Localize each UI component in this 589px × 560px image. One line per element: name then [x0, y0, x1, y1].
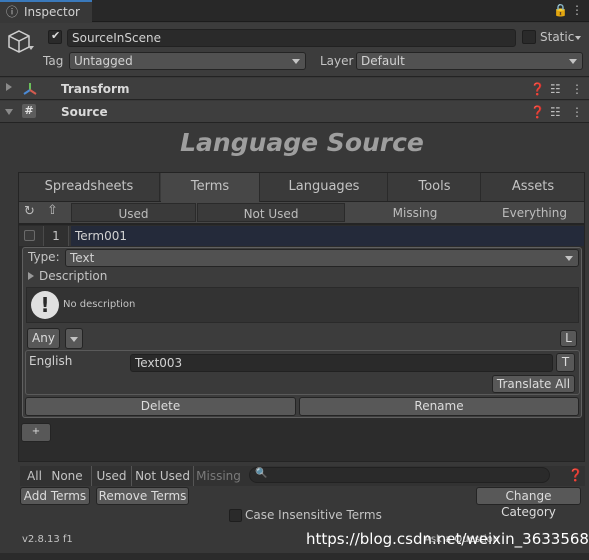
tab-tools[interactable]: Tools — [389, 173, 481, 201]
type-label: Type: — [28, 250, 60, 264]
main-tabs: Spreadsheets Terms Languages Tools Asset… — [18, 172, 585, 202]
filter-used[interactable]: Used — [71, 203, 196, 222]
bottom-edge — [0, 553, 589, 560]
settings-sliders-icon[interactable]: ☷ — [550, 105, 561, 119]
filter-not-used[interactable]: Not Used — [197, 203, 345, 222]
description-help-box: ! No description — [26, 287, 579, 323]
more-menu-icon[interactable]: ⋮ — [571, 3, 583, 17]
translate-all-button[interactable]: Translate All — [492, 375, 575, 393]
transform-title: Transform — [61, 82, 130, 96]
version-label: v2.8.13 f1 — [22, 534, 73, 545]
t-button[interactable]: T — [556, 353, 575, 372]
translation-field[interactable]: Text003 — [130, 354, 553, 372]
type-value: Text — [70, 251, 95, 265]
tab-assets[interactable]: Assets — [482, 173, 584, 201]
remove-terms-button[interactable]: Remove Terms — [96, 487, 189, 505]
layer-value: Default — [361, 54, 405, 68]
tab-terms[interactable]: Terms — [161, 173, 260, 202]
layer-dropdown[interactable]: Default — [356, 52, 583, 70]
help-icon[interactable]: ❓ — [530, 105, 545, 119]
tab-spreadsheets[interactable]: Spreadsheets — [19, 173, 160, 201]
add-term-button[interactable]: + — [21, 423, 51, 442]
language-source-title: Language Source — [180, 128, 424, 157]
case-insensitive-label: Case Insensitive Terms — [245, 508, 382, 522]
filter-all[interactable]: All — [23, 466, 46, 486]
script-icon: # — [22, 104, 36, 118]
tab-languages[interactable]: Languages — [261, 173, 388, 201]
gameobject-cube-icon — [8, 30, 30, 53]
case-insensitive-checkbox[interactable] — [229, 509, 242, 522]
search-icon: 🔍 — [255, 468, 268, 479]
description-label[interactable]: Description — [39, 269, 107, 283]
tag-dropdown[interactable]: Untagged — [69, 52, 306, 70]
info-icon: ⓘ — [6, 5, 19, 19]
active-checkbox[interactable]: ✔ — [48, 29, 62, 44]
type-dropdown[interactable]: Text — [65, 249, 579, 267]
filter-missing[interactable]: Missing — [346, 203, 484, 222]
term-name[interactable]: Term001 — [71, 226, 584, 246]
help-icon[interactable]: ❓ — [530, 82, 545, 96]
tag-value: Untagged — [74, 54, 133, 68]
language-name: English — [29, 354, 73, 368]
any-dropdown[interactable]: Any — [27, 328, 60, 349]
source-title: Source — [61, 105, 108, 119]
inspector-tab-label: Inspector — [24, 5, 80, 19]
icon-dropdown-icon[interactable] — [28, 46, 34, 50]
watermark-text: https://blog.csdn.net/weixin_36335685 — [306, 530, 589, 548]
settings-sliders-icon[interactable]: ☷ — [550, 82, 561, 96]
any-dropdown-arrow[interactable] — [65, 328, 83, 349]
filter-none[interactable]: None — [48, 466, 86, 486]
delete-button[interactable]: Delete — [25, 397, 296, 416]
filter-not-used-toggle[interactable]: Not Used — [131, 466, 193, 486]
chevron-down-icon — [292, 59, 300, 64]
chevron-down-icon — [70, 337, 78, 342]
help-icon[interactable]: ❓ — [568, 468, 583, 482]
static-label: Static — [540, 30, 575, 44]
filter-missing-toggle[interactable]: Missing — [193, 466, 243, 486]
rename-button[interactable]: Rename — [299, 397, 579, 416]
filter-everything[interactable]: Everything — [485, 203, 584, 222]
change-category-button[interactable]: Change Category — [476, 487, 581, 519]
more-menu-icon[interactable]: ⋮ — [571, 82, 583, 96]
term-index: 1 — [43, 226, 69, 246]
add-terms-button[interactable]: Add Terms — [20, 487, 90, 505]
chevron-down-icon — [569, 59, 577, 64]
lock-icon[interactable]: 🔒 — [553, 3, 568, 17]
source-component-header[interactable]: # Source ❓ ☷ ⋮ — [0, 101, 589, 123]
transform-component-header[interactable]: Transform ❓ ☷ ⋮ — [0, 78, 589, 100]
tag-label: Tag — [43, 54, 64, 68]
object-name-field[interactable]: SourceInScene — [67, 29, 516, 47]
l-button[interactable]: L — [560, 330, 577, 347]
term-row[interactable]: 1 Term001 — [19, 226, 584, 246]
filter-used-toggle[interactable]: Used — [91, 466, 131, 486]
chevron-down-icon — [565, 256, 573, 261]
static-checkbox[interactable] — [522, 30, 536, 44]
upload-icon[interactable]: ⇧ — [47, 204, 58, 218]
inspector-tab[interactable]: ⓘ Inspector — [0, 0, 92, 22]
no-description-text: No description — [63, 299, 136, 310]
term-checkbox[interactable] — [24, 230, 35, 241]
filter-bar: ↻ ⇧ Used Not Used Missing Everything — [18, 202, 585, 224]
transform-axes-icon — [23, 83, 37, 95]
search-field[interactable]: 🔍 — [249, 467, 550, 483]
static-dropdown-icon[interactable] — [575, 36, 581, 40]
check-icon: ✔ — [51, 29, 61, 42]
layer-label: Layer — [320, 54, 354, 68]
foldout-arrow-icon[interactable] — [5, 109, 13, 115]
more-menu-icon[interactable]: ⋮ — [571, 105, 583, 119]
info-exclamation-icon: ! — [31, 291, 59, 319]
description-foldout-icon[interactable] — [28, 272, 34, 280]
refresh-icon[interactable]: ↻ — [24, 205, 35, 219]
foldout-arrow-icon[interactable] — [6, 83, 12, 91]
